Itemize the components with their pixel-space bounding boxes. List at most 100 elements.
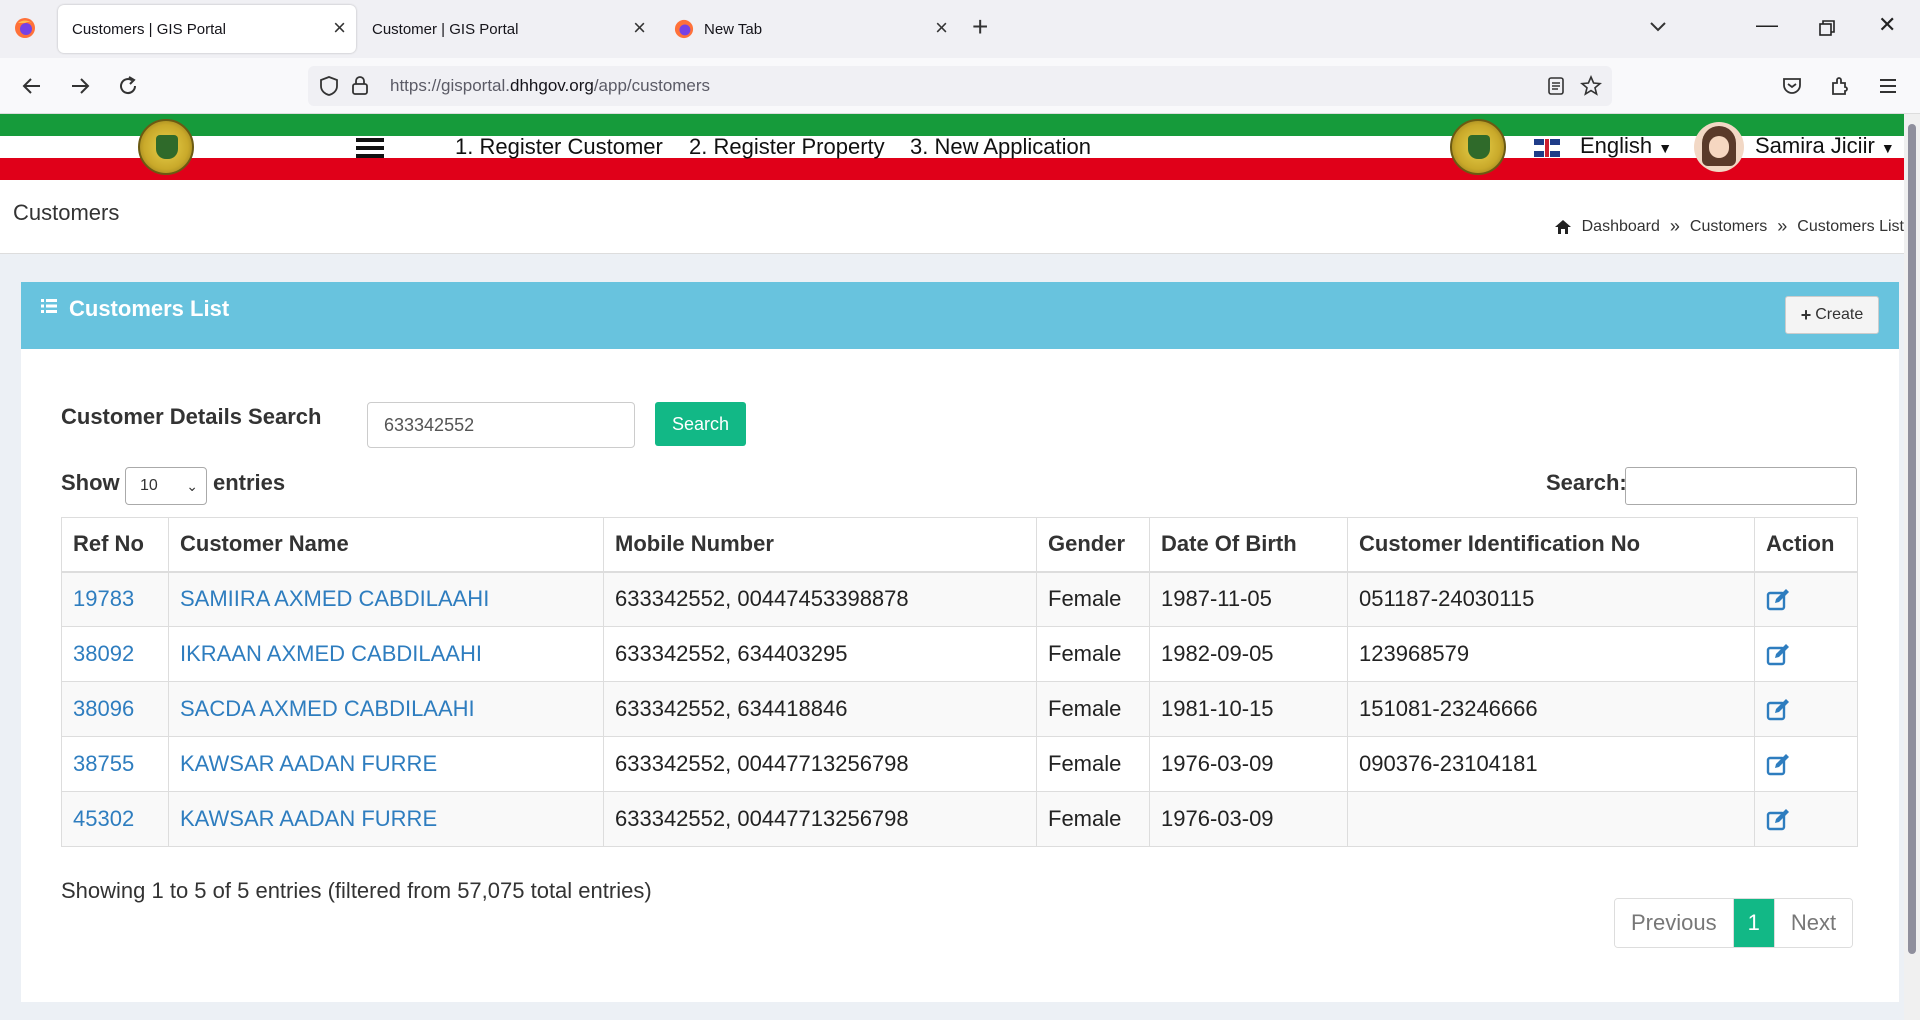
user-menu-dropdown[interactable]: Samira Jiciir ▼ xyxy=(1755,133,1895,159)
new-tab-icon[interactable]: + xyxy=(972,13,988,41)
page-scrollbar[interactable] xyxy=(1904,114,1920,1020)
content-header: Customers Dashboard » Customers » Custom… xyxy=(0,180,1904,254)
reload-icon[interactable] xyxy=(116,74,140,98)
main-content: Customers List + Create Customer Details … xyxy=(0,254,1904,1020)
app-menu-icon[interactable] xyxy=(1876,74,1900,98)
hamburger-menu-icon[interactable] xyxy=(356,138,384,158)
customers-table: Ref No Customer Name Mobile Number Gende… xyxy=(61,517,1858,847)
table-info: Showing 1 to 5 of 5 entries (filtered fr… xyxy=(61,878,652,903)
firefox-icon[interactable] xyxy=(14,17,36,39)
show-label: Show xyxy=(61,470,120,495)
tab-customer[interactable]: Customer | GIS Portal × xyxy=(358,5,656,53)
minimize-icon[interactable]: — xyxy=(1756,12,1778,38)
customer-search-input[interactable]: 633342552 xyxy=(367,402,635,448)
language-label: English xyxy=(1580,133,1653,158)
customer-name-link[interactable]: SAMIIRA AXMED CABDILAAHI xyxy=(180,586,489,611)
avatar[interactable] xyxy=(1694,122,1744,172)
create-label: Create xyxy=(1815,306,1864,323)
tab-title: Customer | GIS Portal xyxy=(372,20,519,38)
entries-label: entries xyxy=(213,470,286,495)
site-header: 1. Register Customer 2. Register Propert… xyxy=(0,114,1904,180)
pagination-next[interactable]: Next xyxy=(1773,899,1853,947)
pagination-page-1[interactable]: 1 xyxy=(1732,899,1774,947)
tab-new-tab[interactable]: New Tab × xyxy=(660,5,958,53)
dob-cell: 1981-10-15 xyxy=(1149,681,1348,737)
customer-name-link[interactable]: SACDA AXMED CABDILAAHI xyxy=(180,696,475,721)
edit-icon[interactable] xyxy=(1766,753,1790,777)
pocket-icon[interactable] xyxy=(1780,74,1804,98)
ref-link[interactable]: 45302 xyxy=(73,806,134,831)
ref-link[interactable]: 38092 xyxy=(73,641,134,666)
edit-icon[interactable] xyxy=(1766,808,1790,832)
caret-down-icon: ▼ xyxy=(1658,140,1673,156)
state-emblem-logo[interactable] xyxy=(138,119,194,175)
reader-view-icon[interactable] xyxy=(1546,76,1566,96)
action-cell xyxy=(1754,681,1858,737)
ref-link[interactable]: 19783 xyxy=(73,586,134,611)
action-cell xyxy=(1754,791,1858,847)
name-cell: SAMIIRA AXMED CABDILAAHI xyxy=(168,571,604,627)
close-tab-icon[interactable]: × xyxy=(935,17,948,39)
user-name: Samira Jiciir xyxy=(1755,133,1875,158)
entries-per-page-select[interactable]: 10 ⌄ xyxy=(125,467,207,505)
close-tab-icon[interactable]: × xyxy=(633,17,646,39)
dob-cell: 1987-11-05 xyxy=(1149,571,1348,627)
menu-new-application[interactable]: 3. New Application xyxy=(910,134,1091,160)
shield-icon[interactable] xyxy=(318,75,340,97)
col-gender[interactable]: Gender xyxy=(1036,517,1150,573)
flag-red-stripe xyxy=(0,158,1904,180)
create-button[interactable]: + Create xyxy=(1785,296,1879,334)
uk-flag-icon[interactable] xyxy=(1534,139,1560,157)
idno-cell: 090376-23104181 xyxy=(1347,736,1755,792)
customer-name-link[interactable]: KAWSAR AADAN FURRE xyxy=(180,751,437,776)
col-action: Action xyxy=(1754,517,1858,573)
col-customer-id-no[interactable]: Customer Identification No xyxy=(1347,517,1755,573)
col-mobile-number[interactable]: Mobile Number xyxy=(603,517,1037,573)
edit-icon[interactable] xyxy=(1766,698,1790,722)
customer-name-link[interactable]: KAWSAR AADAN FURRE xyxy=(180,806,437,831)
name-cell: KAWSAR AADAN FURRE xyxy=(168,791,604,847)
gender-cell: Female xyxy=(1036,626,1150,682)
search-button[interactable]: Search xyxy=(655,402,746,446)
ref-link[interactable]: 38096 xyxy=(73,696,134,721)
col-customer-name[interactable]: Customer Name xyxy=(168,517,604,573)
menu-register-customer[interactable]: 1. Register Customer xyxy=(455,134,663,160)
address-bar[interactable]: https://gisportal.dhhgov.org/app/custome… xyxy=(308,66,1612,106)
table-row: 45302 KAWSAR AADAN FURRE 633342552, 0044… xyxy=(61,791,1858,847)
breadcrumb-dashboard[interactable]: Dashboard xyxy=(1582,218,1660,236)
ref-cell: 45302 xyxy=(61,791,169,847)
mobile-cell: 633342552, 00447453398878 xyxy=(603,571,1037,627)
ref-link[interactable]: 38755 xyxy=(73,751,134,776)
customers-list-box: Customers List + Create Customer Details … xyxy=(21,282,1899,1002)
close-window-icon[interactable]: ✕ xyxy=(1878,12,1896,38)
chevron-down-icon[interactable] xyxy=(1648,16,1668,36)
breadcrumb-customers[interactable]: Customers xyxy=(1690,218,1767,236)
scrollbar-thumb[interactable] xyxy=(1908,124,1916,954)
lock-icon[interactable] xyxy=(350,74,370,96)
dob-cell: 1982-09-05 xyxy=(1149,626,1348,682)
restore-icon[interactable] xyxy=(1818,19,1836,37)
list-icon xyxy=(41,299,57,313)
back-arrow-icon[interactable] xyxy=(20,74,44,98)
forward-arrow-icon[interactable] xyxy=(68,74,92,98)
bookmark-star-icon[interactable] xyxy=(1580,75,1602,97)
idno-cell xyxy=(1347,791,1755,847)
col-date-of-birth[interactable]: Date Of Birth xyxy=(1149,517,1348,573)
close-tab-icon[interactable]: × xyxy=(333,17,346,39)
language-dropdown[interactable]: English ▼ xyxy=(1580,133,1672,159)
table-search-label: Search: xyxy=(1546,470,1627,495)
table-row: 19783 SAMIIRA AXMED CABDILAAHI 633342552… xyxy=(61,571,1858,627)
menu-register-property[interactable]: 2. Register Property xyxy=(689,134,885,160)
url-domain: dhhgov.org xyxy=(510,76,594,95)
pagination-previous[interactable]: Previous xyxy=(1615,899,1733,947)
table-search-input[interactable] xyxy=(1625,467,1857,505)
extensions-icon[interactable] xyxy=(1828,74,1852,98)
tab-customers-active[interactable]: Customers | GIS Portal × xyxy=(58,5,356,53)
customer-name-link[interactable]: IKRAAN AXMED CABDILAAHI xyxy=(180,641,482,666)
edit-icon[interactable] xyxy=(1766,588,1790,612)
browser-tab-bar: Customers | GIS Portal × Customer | GIS … xyxy=(0,0,1920,58)
mobile-cell: 633342552, 00447713256798 xyxy=(603,736,1037,792)
col-ref-no[interactable]: Ref No xyxy=(61,517,169,573)
edit-icon[interactable] xyxy=(1766,643,1790,667)
breadcrumb-separator: » xyxy=(1777,216,1788,236)
